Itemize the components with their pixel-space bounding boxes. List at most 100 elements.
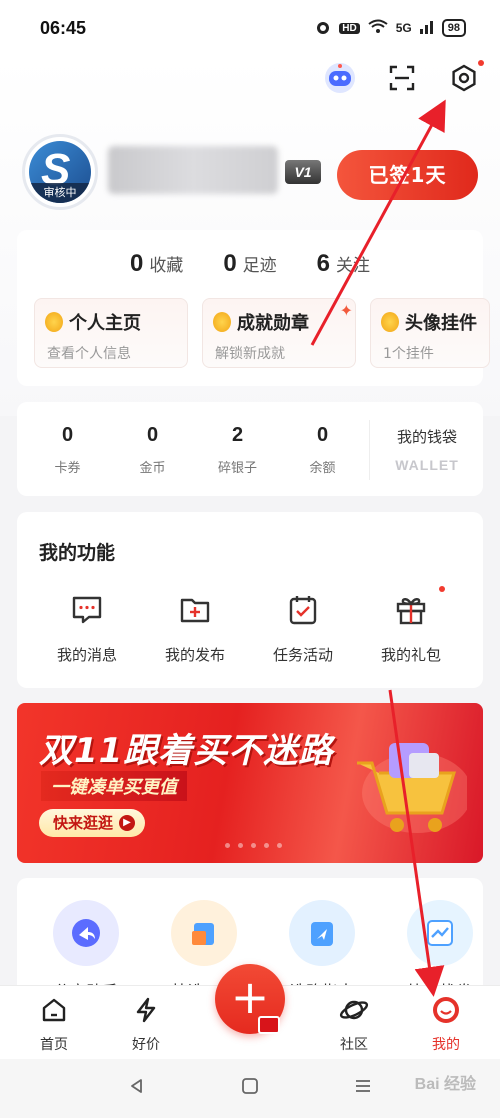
wallet-items: 0 卡券 0 金币 2 碎银子 0 余额: [25, 424, 365, 476]
tab-label: 我的: [432, 1037, 460, 1053]
banner-button[interactable]: 快来逛逛 ▶: [39, 809, 146, 837]
bag-icon: [171, 900, 237, 966]
back-icon[interactable]: [128, 1076, 146, 1101]
tab-community[interactable]: 社区: [326, 986, 382, 1059]
hd-badge: HD: [339, 22, 360, 34]
wallet-label: 余额: [309, 461, 336, 476]
function-label: 任务活动: [272, 646, 333, 664]
arrow-right-icon: ▶: [119, 815, 136, 831]
medal-icon: [213, 312, 231, 332]
planet-icon: [338, 994, 370, 1026]
guide-icon: [289, 900, 355, 966]
section-title: 我的功能: [39, 542, 116, 564]
function-gifts[interactable]: 我的礼包: [375, 586, 447, 665]
wallet-label: 卡券: [54, 461, 81, 476]
wallet-item-balance[interactable]: 0 余额: [280, 424, 365, 476]
tab-home[interactable]: 首页: [26, 986, 82, 1059]
price-icon: [407, 900, 473, 966]
functions-row: 我的消息 我的发布 任务活动 我的礼包: [51, 586, 447, 665]
wallet-item-coupons[interactable]: 0 卡券: [25, 424, 110, 476]
avatar-review-status: 审核中: [29, 183, 91, 203]
banner-title: 双11跟着买不迷路: [39, 731, 334, 771]
tab-label: 好价: [132, 1037, 160, 1053]
stat-value: 0: [129, 250, 144, 277]
wallet-label: 碎银子: [217, 461, 257, 476]
wallet-item-silver[interactable]: 2 碎银子: [195, 424, 280, 476]
stat-value: 6: [316, 250, 331, 277]
my-wallet-link[interactable]: 我的钱袋 WALLET: [377, 426, 477, 473]
home-icon: [38, 994, 70, 1026]
tab-profile[interactable]: 我的: [418, 986, 474, 1059]
wallet-value: 0: [61, 424, 74, 446]
stats-card: 0 收藏 0 足迹 6 关注 个人主页 查看个人信息 成就勋章 解锁新成就 ✦ …: [17, 230, 490, 386]
status-bar: 06:45 HD 5G 98: [0, 0, 500, 56]
wallet-title: 我的钱袋: [396, 428, 457, 446]
gift-icon: [391, 590, 431, 630]
function-label: 我的发布: [164, 646, 225, 664]
function-publish[interactable]: 我的发布: [159, 590, 231, 665]
wifi-icon: [368, 19, 388, 38]
quick-entries: 个人主页 查看个人信息 成就勋章 解锁新成就 ✦ 头像挂件 1个挂件: [34, 298, 490, 368]
carousel-dot: [264, 843, 269, 848]
robot-assistant-icon[interactable]: [322, 60, 358, 96]
banner-subtitle: 一键凑单买更值: [41, 771, 187, 801]
tab-publish[interactable]: +: [210, 964, 290, 1059]
wallet-value: 0: [316, 424, 329, 446]
quick-entry-subtitle: 1个挂件: [383, 346, 434, 362]
stat-favorites[interactable]: 0 收藏: [130, 250, 183, 278]
stat-label: 关注: [336, 256, 371, 276]
signin-button[interactable]: 已签1天: [337, 150, 478, 200]
alarm-icon: [315, 19, 331, 38]
deal-icon: [130, 994, 162, 1026]
settings-icon[interactable]: [446, 60, 484, 96]
functions-card: 我的功能 我的消息 我的发布 任务活动 我的礼包: [17, 512, 483, 688]
carousel-dot: [251, 843, 256, 848]
signal-icon: [419, 20, 434, 37]
wallet-value: 0: [146, 424, 159, 446]
function-messages[interactable]: 我的消息: [51, 590, 123, 665]
user-badge-icon: [45, 312, 63, 332]
settings-notification-dot: [478, 60, 484, 66]
stat-label: 收藏: [149, 256, 184, 276]
quick-entry-title: 成就勋章: [237, 313, 309, 334]
username-blurred[interactable]: [108, 146, 278, 194]
stats-row: 0 收藏 0 足迹 6 关注: [17, 250, 483, 278]
pendant-icon: [381, 312, 399, 332]
tab-deals[interactable]: 好价: [118, 986, 174, 1059]
stat-footprints[interactable]: 0 足迹: [223, 250, 276, 278]
wallet-item-gold[interactable]: 0 金币: [110, 424, 195, 476]
function-tasks[interactable]: 任务活动: [267, 590, 339, 665]
carousel-dot: [277, 843, 282, 848]
stat-value: 0: [223, 250, 237, 277]
tab-label: 社区: [340, 1037, 368, 1053]
scan-icon[interactable]: [384, 60, 420, 96]
function-label: 我的消息: [56, 646, 117, 664]
quick-entry-homepage[interactable]: 个人主页 查看个人信息: [34, 298, 188, 368]
stat-following[interactable]: 6 关注: [317, 250, 370, 278]
wallet-card: 0 卡券 0 金币 2 碎银子 0 余额 我的钱袋 WALLET: [17, 402, 483, 496]
status-time: 06:45: [40, 17, 87, 38]
avatar[interactable]: S 审核中: [22, 134, 98, 210]
function-label: 我的礼包: [380, 646, 441, 664]
home-button-icon[interactable]: [241, 1076, 259, 1101]
quick-entry-title: 个人主页: [69, 313, 141, 334]
gift-notification-dot: [439, 586, 445, 592]
quick-entry-achievements[interactable]: 成就勋章 解锁新成就 ✦: [202, 298, 356, 368]
battery-indicator: 98: [441, 19, 466, 37]
signal-label: 5G: [395, 21, 412, 35]
status-icons: HD 5G 98: [315, 19, 466, 38]
tab-label: 首页: [40, 1037, 68, 1053]
carousel-indicator: [225, 843, 282, 848]
wallet-label: 金币: [139, 461, 166, 476]
bottom-tab-bar: 首页 好价 + 社区 我的: [0, 964, 500, 1059]
promo-banner[interactable]: 双11跟着买不迷路 一键凑单买更值 快来逛逛 ▶: [17, 703, 483, 863]
sparkle-icon: ✦: [339, 301, 353, 320]
shopping-cart-illustration: [357, 743, 467, 833]
publish-icon: [175, 590, 215, 630]
recents-icon[interactable]: [354, 1076, 372, 1101]
red-packet-icon: [258, 1016, 280, 1034]
quick-entry-pendant[interactable]: 头像挂件 1个挂件: [370, 298, 490, 368]
carousel-dot: [238, 843, 243, 848]
watermark: Bai 经验: [414, 1076, 476, 1093]
vip-level-badge[interactable]: V1: [285, 160, 321, 184]
